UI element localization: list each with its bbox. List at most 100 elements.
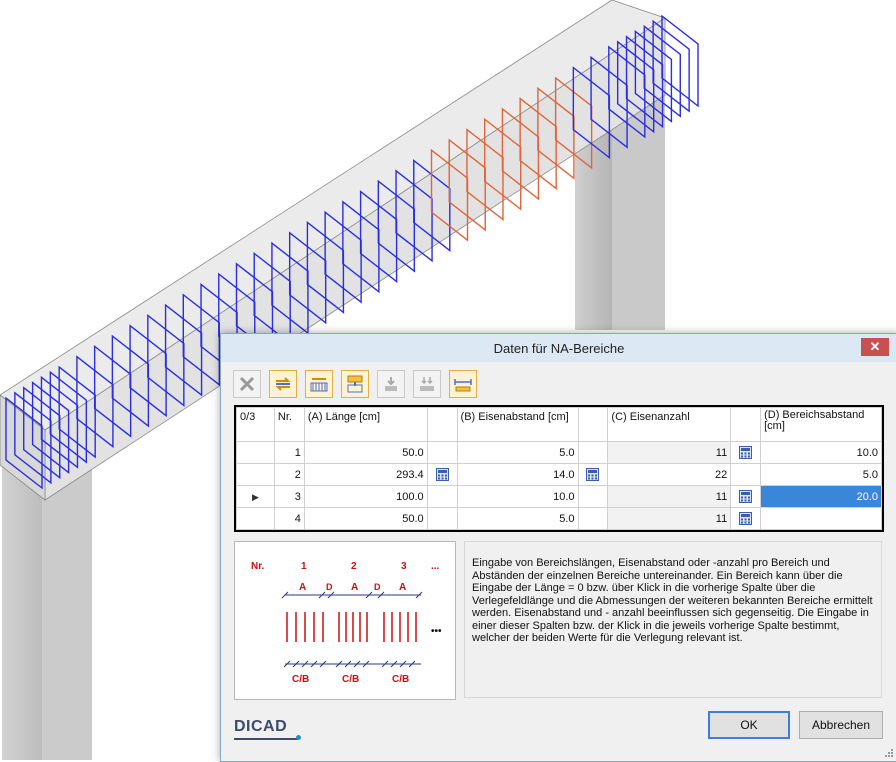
length-cell[interactable]: 293.4 bbox=[303, 463, 428, 486]
distribute-icon bbox=[310, 378, 328, 392]
table-header-row: 0/3 Nr. (A) Länge [cm] (B) Eisenabstand … bbox=[236, 407, 882, 442]
bar-spacing-calc-button bbox=[577, 441, 609, 464]
title-bar: Daten für NA-Bereiche ✕ bbox=[221, 334, 896, 362]
length-calc-button[interactable] bbox=[426, 463, 458, 486]
sketch-d-label-2: D bbox=[374, 582, 381, 592]
calculator-icon bbox=[739, 490, 753, 503]
sketch-cb-label-1: C/B bbox=[292, 674, 309, 685]
logo-underline bbox=[234, 738, 298, 740]
move-bottom-button[interactable] bbox=[413, 370, 441, 398]
move-down-icon bbox=[385, 377, 397, 391]
bar-count-cell[interactable]: 11 bbox=[607, 507, 732, 530]
table-row[interactable]: 1 50.0 5.0 11 10.0 bbox=[236, 441, 882, 464]
calculator-icon bbox=[435, 468, 449, 481]
bar-spacing-cell[interactable]: 5.0 bbox=[456, 441, 579, 464]
row-indicator[interactable] bbox=[236, 507, 275, 530]
bar-count-calc-button bbox=[730, 463, 762, 486]
calculator-icon bbox=[739, 512, 753, 525]
na-bereiche-table: 0/3 Nr. (A) Länge [cm] (B) Eisenabstand … bbox=[234, 405, 884, 532]
sketch-number-1: 1 bbox=[301, 561, 307, 572]
logo-dot bbox=[296, 735, 301, 740]
bar-spacing-cell[interactable]: 10.0 bbox=[456, 485, 579, 508]
bar-count-cell[interactable]: 22 bbox=[607, 463, 732, 486]
length-calc-button bbox=[426, 441, 458, 464]
left-column bbox=[2, 460, 42, 760]
delete-row-icon bbox=[239, 376, 255, 392]
table-row[interactable]: 4 50.0 5.0 11 bbox=[236, 507, 882, 530]
row-nr: 1 bbox=[273, 441, 305, 464]
row-indicator[interactable] bbox=[236, 463, 275, 486]
row-nr: 4 bbox=[273, 507, 305, 530]
insert-row-button[interactable] bbox=[341, 370, 369, 398]
description-text: Eingabe von Bereichslängen, Eisenabstand… bbox=[464, 541, 882, 698]
measure-length-button[interactable] bbox=[449, 370, 477, 398]
dialog-title: Daten für NA-Bereiche bbox=[493, 341, 625, 356]
right-column-side bbox=[612, 92, 665, 330]
calculator-icon bbox=[739, 446, 753, 459]
table-row[interactable]: ▶ 3 100.0 10.0 11 20.0 bbox=[236, 485, 882, 508]
delete-row-button[interactable] bbox=[233, 370, 261, 398]
area-distance-cell[interactable]: 10.0 bbox=[760, 441, 882, 464]
dicad-logo: DICAD bbox=[234, 718, 288, 735]
swap-direction-button[interactable] bbox=[269, 370, 297, 398]
area-sketch: Nr. 1 2 3 ... A D A D A ••• C/B C/B C/B bbox=[234, 541, 456, 700]
sketch-cb-label-3: C/B bbox=[392, 674, 409, 685]
bar-spacing-calc-button bbox=[577, 507, 609, 530]
col-b-header: (B) Eisenabstand [cm] bbox=[456, 407, 579, 442]
col-b-calc-header bbox=[577, 407, 609, 442]
sketch-bottom-dimension bbox=[283, 660, 421, 668]
bar-count-calc-button[interactable] bbox=[730, 441, 762, 464]
col-d-header: (D) Bereichsabstand [cm] bbox=[760, 407, 882, 442]
sketch-d-label-1: D bbox=[326, 582, 333, 592]
resize-grip-icon[interactable] bbox=[884, 748, 894, 758]
length-calc-button bbox=[426, 507, 458, 530]
corner-count: 0/3 bbox=[236, 407, 275, 442]
col-c-calc-header bbox=[730, 407, 762, 442]
row-indicator[interactable] bbox=[236, 441, 275, 464]
col-a-header: (A) Länge [cm] bbox=[303, 407, 428, 442]
na-bereiche-dialog: Daten für NA-Bereiche ✕ 0/3 Nr. (A) Läng… bbox=[220, 333, 896, 762]
area-distance-cell[interactable]: 20.0 bbox=[760, 485, 882, 508]
insert-row-icon bbox=[347, 375, 363, 393]
col-a-calc-header bbox=[426, 407, 458, 442]
col-c-header: (C) Eisenanzahl bbox=[607, 407, 732, 442]
cancel-button[interactable]: Abbrechen bbox=[799, 711, 883, 739]
calculator-icon bbox=[586, 468, 600, 481]
move-bottom-icon bbox=[420, 377, 434, 391]
area-distance-cell[interactable]: 5.0 bbox=[760, 463, 882, 486]
close-button[interactable]: ✕ bbox=[861, 338, 889, 356]
area-distance-cell[interactable] bbox=[760, 507, 882, 530]
bar-spacing-cell[interactable]: 14.0 bbox=[456, 463, 579, 486]
col-nr-header: Nr. bbox=[273, 407, 305, 442]
bar-spacing-calc-button bbox=[577, 485, 609, 508]
swap-direction-icon bbox=[275, 377, 291, 391]
ok-button[interactable]: OK bbox=[708, 711, 790, 739]
move-down-button[interactable] bbox=[377, 370, 405, 398]
sketch-number-2: 2 bbox=[351, 561, 357, 572]
row-indicator[interactable]: ▶ bbox=[236, 485, 275, 508]
bar-spacing-calc-button[interactable] bbox=[577, 463, 609, 486]
sketch-a-label-2: A bbox=[351, 582, 358, 593]
bar-count-cell[interactable]: 11 bbox=[607, 441, 732, 464]
length-calc-button bbox=[426, 485, 458, 508]
measure-length-icon bbox=[454, 379, 472, 392]
current-row-arrow-icon: ▶ bbox=[251, 491, 259, 502]
bar-count-calc-button[interactable] bbox=[730, 507, 762, 530]
bar-count-cell[interactable]: 11 bbox=[607, 485, 732, 508]
sketch-number-3: 3 bbox=[401, 561, 407, 572]
left-column-side bbox=[42, 455, 92, 760]
bar-count-calc-button[interactable] bbox=[730, 485, 762, 508]
bar-spacing-cell[interactable]: 5.0 bbox=[456, 507, 579, 530]
length-cell[interactable]: 50.0 bbox=[303, 507, 428, 530]
distribute-button[interactable] bbox=[305, 370, 333, 398]
sketch-a-label-1: A bbox=[299, 582, 306, 593]
row-nr: 3 bbox=[273, 485, 305, 508]
length-cell[interactable]: 100.0 bbox=[303, 485, 428, 508]
sketch-nr-label: Nr. bbox=[251, 561, 265, 572]
sketch-dots: ••• bbox=[431, 626, 442, 637]
row-nr: 2 bbox=[273, 463, 305, 486]
table-row[interactable]: 2 293.4 14.0 22 5.0 bbox=[236, 463, 882, 486]
sketch-cb-label-2: C/B bbox=[342, 674, 359, 685]
sketch-bars bbox=[286, 612, 417, 642]
length-cell[interactable]: 50.0 bbox=[303, 441, 428, 464]
